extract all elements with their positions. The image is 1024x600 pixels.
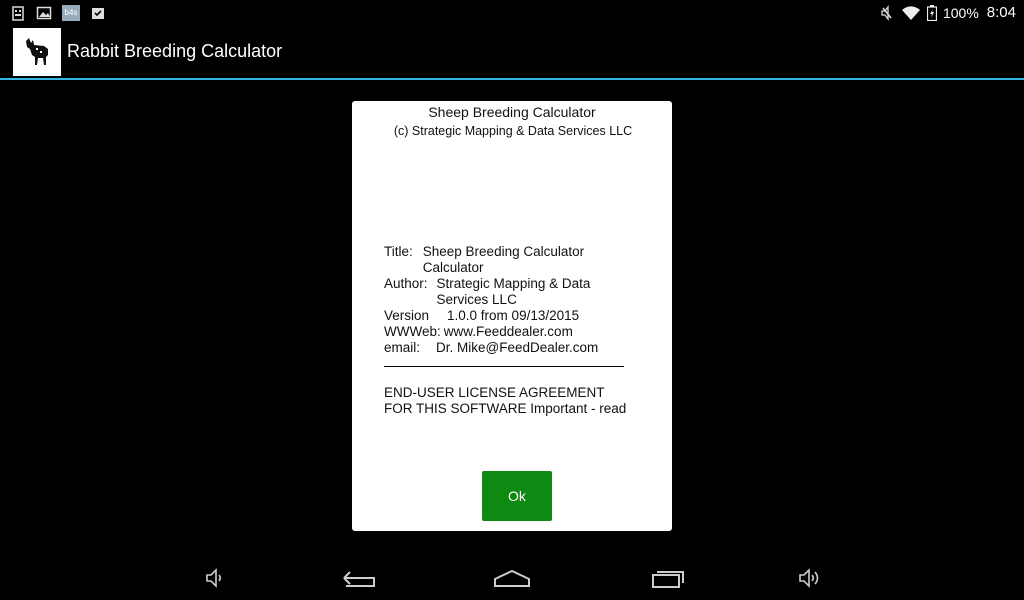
action-bar: Rabbit Breeding Calculator: [0, 25, 1024, 80]
status-bar: b4s 100% 8:04: [0, 0, 1024, 25]
app-title: Rabbit Breeding Calculator: [67, 41, 283, 61]
back-icon[interactable]: [338, 563, 378, 593]
wifi-icon: [901, 5, 921, 21]
field-value: Strategic Mapping & Data Services LLC: [436, 276, 591, 307]
field-value: www.Feeddealer.com: [443, 324, 573, 339]
dialog-copyright: (c) Strategic Mapping & Data Services LL…: [393, 124, 633, 138]
field-key: Author:: [384, 276, 428, 291]
field-row-author: Author: Strategic Mapping & Data Service…: [384, 276, 629, 308]
field-row-title: Title: Sheep Breeding Calculator Calcula…: [384, 244, 629, 276]
recent-apps-icon[interactable]: [648, 563, 688, 593]
field-key: email:: [384, 340, 421, 355]
app-logo-icon[interactable]: [13, 27, 61, 76]
about-dialog: Sheep Breeding Calculator (c) Strategic …: [352, 101, 672, 531]
field-row-version: Version 1.0.0 from 09/13/2015: [384, 308, 629, 324]
system-icons: 100% 8:04: [879, 4, 1024, 21]
volume-up-icon[interactable]: [794, 563, 824, 593]
clock: 8:04: [986, 4, 1016, 21]
mute-icon: [879, 4, 895, 21]
badge-text: b4s: [64, 7, 78, 17]
field-key: Title:: [384, 244, 413, 259]
field-value: 1.0.0 from 09/13/2015: [447, 308, 580, 323]
divider: [384, 366, 624, 367]
home-icon[interactable]: [492, 563, 532, 593]
usb-debug-icon: [10, 5, 26, 21]
battery-icon: [926, 4, 938, 21]
notification-icons: b4s: [0, 4, 106, 21]
navigation-bar: [0, 555, 1024, 600]
eula-text: END-USER LICENSE AGREEMENT FOR THIS SOFT…: [384, 385, 627, 416]
screen: b4s 100% 8:04 Rabbit Breeding Calculator…: [0, 0, 1024, 600]
dialog-title: Sheep Breeding Calculator: [428, 104, 596, 120]
ok-button[interactable]: Ok: [482, 471, 552, 521]
volume-down-icon[interactable]: [200, 563, 230, 593]
field-row-web: WWWeb: www.Feeddealer.com: [384, 324, 629, 340]
field-row-email: email: Dr. Mike@FeedDealer.com: [384, 340, 629, 356]
field-value: Dr. Mike@FeedDealer.com: [436, 340, 599, 355]
field-key: Version: [384, 308, 430, 323]
notification-badge-icon: b4s: [62, 4, 80, 21]
field-key: WWWeb:: [384, 324, 441, 339]
battery-percent: 100%: [942, 4, 979, 21]
clipboard-check-icon: [90, 5, 106, 21]
field-value: Sheep Breeding Calculator Calculator: [422, 244, 585, 275]
image-icon: [36, 5, 52, 21]
dialog-scroll-content[interactable]: Title: Sheep Breeding Calculator Calcula…: [384, 244, 629, 416]
